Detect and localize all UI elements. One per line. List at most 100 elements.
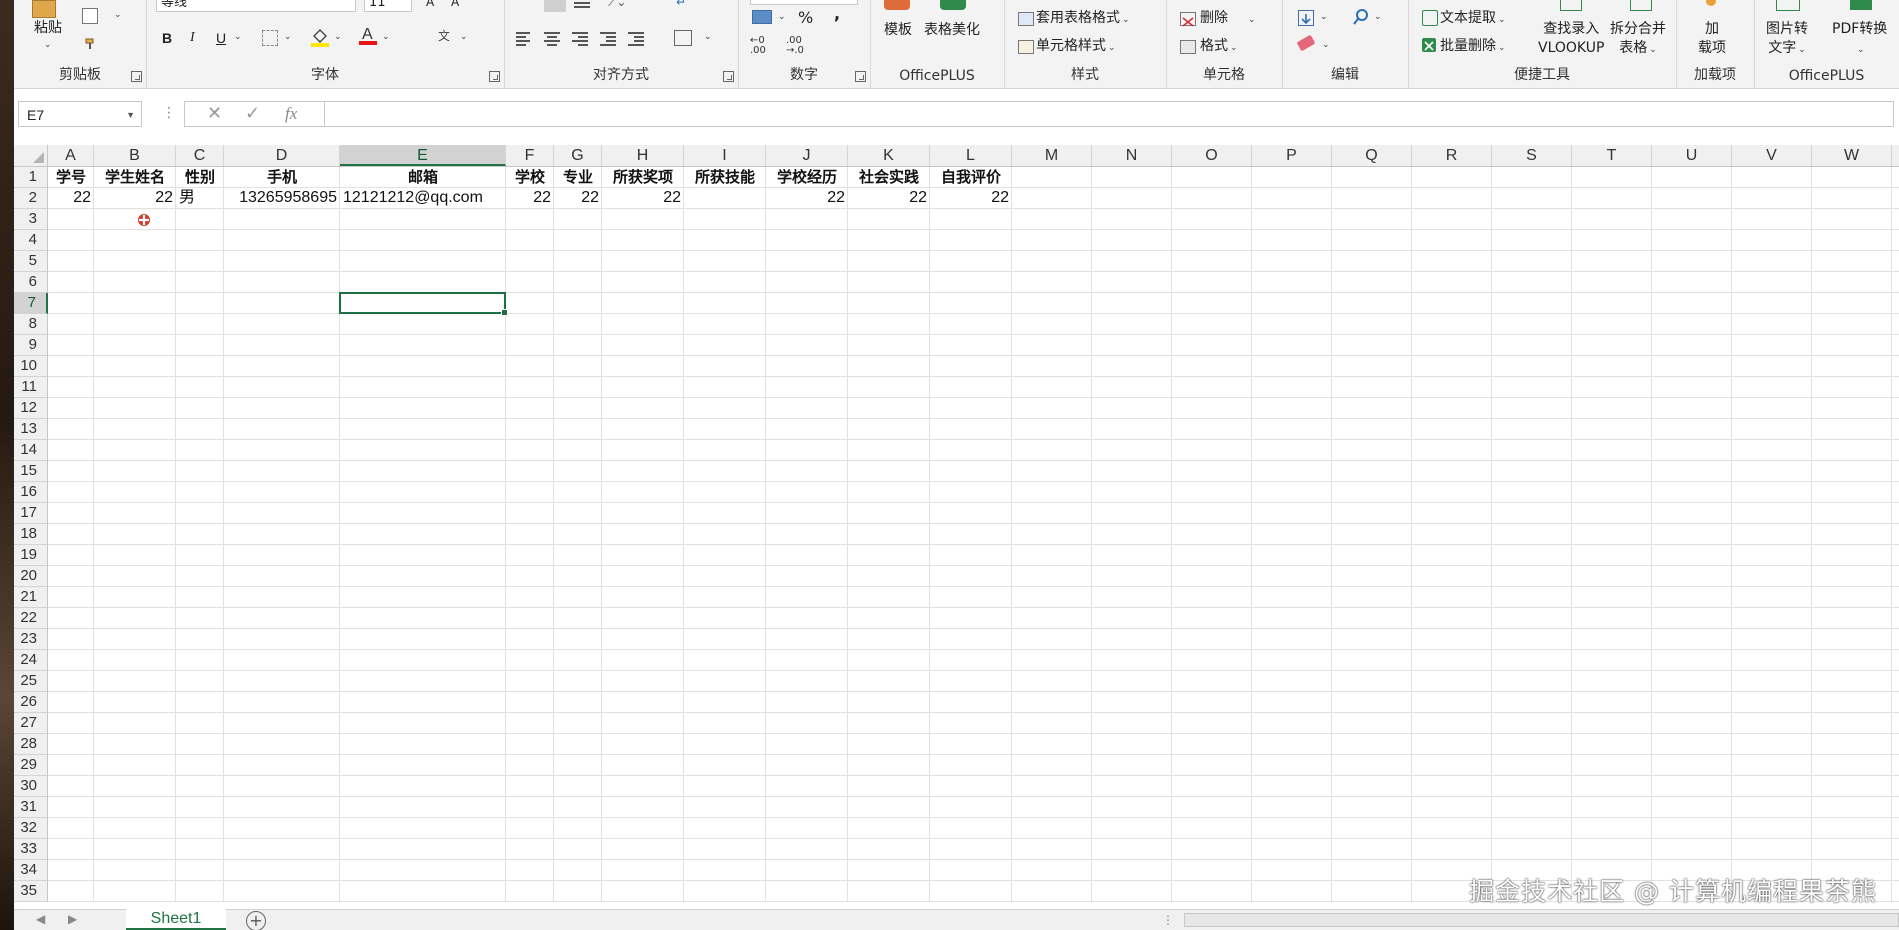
more-options-icon[interactable]: ⋮	[162, 105, 176, 121]
number-format-select[interactable]	[750, 0, 858, 5]
cell-a2[interactable]: 22	[48, 188, 94, 208]
column-header-g[interactable]: G	[554, 145, 602, 166]
grow-font-icon[interactable]: A˄	[426, 0, 440, 10]
find-dropdown-icon[interactable]: ⌄	[1374, 12, 1382, 22]
cell-f2[interactable]: 22	[506, 188, 554, 208]
border-icon[interactable]	[262, 30, 278, 46]
orientation-icon[interactable]: ⟋⌄	[608, 0, 626, 10]
percent-button[interactable]: %	[798, 10, 813, 26]
align-left-icon[interactable]	[516, 30, 532, 48]
fill-dropdown-icon[interactable]: ⌄	[1320, 12, 1328, 22]
cancel-icon[interactable]: ✕	[207, 103, 222, 124]
row-header-2[interactable]: 2	[14, 188, 48, 209]
font-color-dropdown-icon[interactable]: ⌄	[382, 32, 390, 42]
italic-button[interactable]: I	[190, 30, 195, 46]
row-header-19[interactable]: 19	[14, 545, 48, 566]
delete-button[interactable]: 删除 ⌄	[1200, 10, 1256, 28]
tab-scroll-left-icon[interactable]: ◀	[36, 912, 45, 926]
row-header-15[interactable]: 15	[14, 461, 48, 482]
column-header-q[interactable]: Q	[1332, 145, 1412, 166]
worksheet[interactable]: ABCDEFGHIJKLMNOPQRSTUVW 1 2 3 4 5 6 7 8 9 10 11 12 1…	[14, 145, 1899, 909]
row-header-26[interactable]: 26	[14, 692, 48, 713]
column-header-d[interactable]: D	[224, 145, 340, 166]
cell-h1[interactable]: 所获奖项	[602, 167, 684, 187]
font-name-select[interactable]: 等线	[156, 0, 356, 12]
enter-icon[interactable]: ✓	[245, 103, 260, 124]
cell-style-icon[interactable]	[1018, 40, 1034, 54]
phonetic-icon[interactable]: 文	[438, 28, 450, 44]
cell-k1[interactable]: 社会实践	[848, 167, 930, 187]
row-header-9[interactable]: 9	[14, 335, 48, 356]
row-header-1[interactable]: 1	[14, 167, 48, 188]
copy-dropdown-icon[interactable]: ⌄	[114, 10, 122, 20]
shrink-font-icon[interactable]: A˅	[451, 0, 465, 10]
beautify-button[interactable]: 表格美化	[924, 22, 980, 38]
wrap-text-icon[interactable]: ↵	[676, 0, 686, 10]
name-box-dropdown-icon[interactable]: ▼	[126, 102, 135, 128]
format-icon[interactable]	[1180, 40, 1196, 54]
pdf-convert-icon[interactable]	[1850, 0, 1872, 10]
batch-delete-button[interactable]: 批量删除 ⌄	[1440, 38, 1506, 56]
cell-l2[interactable]: 22	[930, 188, 1012, 208]
find-select-icon[interactable]	[1352, 8, 1370, 30]
decrease-decimal-icon[interactable]: .00 →.0	[786, 36, 804, 56]
row-header-21[interactable]: 21	[14, 587, 48, 608]
row-header-22[interactable]: 22	[14, 608, 48, 629]
row-header-6[interactable]: 6	[14, 272, 48, 293]
top-align-icon[interactable]	[544, 0, 566, 12]
phonetic-dropdown-icon[interactable]: ⌄	[460, 32, 468, 42]
middle-align-icon[interactable]	[574, 0, 590, 10]
select-all-corner[interactable]	[14, 145, 48, 166]
split-merge-icon[interactable]	[1630, 0, 1652, 11]
row-header-23[interactable]: 23	[14, 629, 48, 650]
row-header-4[interactable]: 4	[14, 230, 48, 251]
cell-b1[interactable]: 学生姓名	[94, 167, 176, 187]
column-header-f[interactable]: F	[506, 145, 554, 166]
image-to-text-icon[interactable]	[1776, 0, 1800, 11]
column-header-v[interactable]: V	[1732, 145, 1812, 166]
cell-c2[interactable]: 男	[176, 188, 224, 208]
cell-c1[interactable]: 性别	[176, 167, 224, 187]
column-header-r[interactable]: R	[1412, 145, 1492, 166]
row-header-8[interactable]: 8	[14, 314, 48, 335]
row-header-17[interactable]: 17	[14, 503, 48, 524]
font-color-icon[interactable]: A	[358, 24, 378, 50]
row-header-20[interactable]: 20	[14, 566, 48, 587]
column-header-i[interactable]: I	[684, 145, 766, 166]
row-header-13[interactable]: 13	[14, 419, 48, 440]
cell-e2[interactable]: 12121212@qq.com	[340, 188, 506, 208]
row-header-16[interactable]: 16	[14, 482, 48, 503]
paste-button[interactable]: 粘贴	[34, 20, 62, 36]
horizontal-scrollbar[interactable]	[1184, 913, 1899, 927]
add-sheet-button[interactable]: +	[246, 911, 266, 930]
column-header-u[interactable]: U	[1652, 145, 1732, 166]
column-header-j[interactable]: J	[766, 145, 848, 166]
cell-d2[interactable]: 13265958695	[224, 188, 340, 208]
font-size-select[interactable]: 11	[364, 0, 412, 12]
row-header-12[interactable]: 12	[14, 398, 48, 419]
row-header-28[interactable]: 28	[14, 734, 48, 755]
decrease-indent-icon[interactable]	[600, 30, 616, 48]
row-header-3[interactable]: 3	[14, 209, 48, 230]
column-header-e[interactable]: E	[340, 145, 506, 166]
paste-dropdown-icon[interactable]: ⌄	[44, 40, 52, 50]
column-header-n[interactable]: N	[1092, 145, 1172, 166]
table-format-button[interactable]: 套用表格格式 ⌄	[1036, 10, 1130, 28]
clear-icon[interactable]	[1296, 34, 1316, 52]
cell-g1[interactable]: 专业	[554, 167, 602, 187]
row-header-35[interactable]: 35	[14, 881, 48, 902]
increase-decimal-icon[interactable]: ←0.00	[750, 36, 766, 56]
cell-h2[interactable]: 22	[602, 188, 684, 208]
merge-dropdown-icon[interactable]: ⌄	[704, 32, 712, 42]
format-button[interactable]: 格式 ⌄	[1200, 38, 1238, 56]
cell-a1[interactable]: 学号	[48, 167, 94, 187]
addins-icon[interactable]	[1706, 0, 1716, 6]
cell-d1[interactable]: 手机	[224, 167, 340, 187]
underline-dropdown-icon[interactable]: ⌄	[234, 32, 242, 42]
bold-button[interactable]: B	[162, 30, 172, 46]
clear-dropdown-icon[interactable]: ⌄	[1322, 40, 1330, 50]
table-format-icon[interactable]	[1018, 12, 1034, 26]
cell-b2[interactable]: 22	[94, 188, 176, 208]
merge-center-icon[interactable]	[674, 30, 692, 46]
row-header-30[interactable]: 30	[14, 776, 48, 797]
